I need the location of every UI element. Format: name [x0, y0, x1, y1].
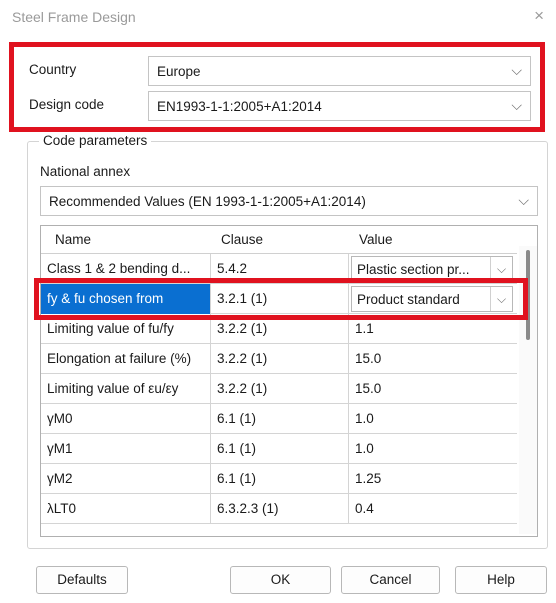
country-value: Europe	[157, 64, 201, 79]
close-icon[interactable]: ×	[534, 6, 544, 26]
cell-clause: 6.3.2.3 (1)	[217, 501, 279, 516]
cell-value: 1.0	[355, 441, 374, 456]
cell-clause: 3.2.2 (1)	[217, 351, 268, 366]
table-row[interactable]: λLT0 6.3.2.3 (1) 0.4	[41, 494, 517, 524]
cell-value: 1.1	[355, 321, 374, 336]
column-header-name[interactable]: Name	[55, 232, 91, 247]
cell-name: γM2	[47, 471, 73, 486]
table-row[interactable]: Elongation at failure (%) 3.2.2 (1) 15.0	[41, 344, 517, 374]
table-row[interactable]: γM2 6.1 (1) 1.25	[41, 464, 517, 494]
column-header-clause[interactable]: Clause	[221, 232, 263, 247]
highlight-fy-fu-row	[34, 278, 528, 320]
cell-name: λLT0	[47, 501, 77, 516]
cell-clause: 6.1 (1)	[217, 441, 257, 456]
cell-name: Limiting value of εu/εy	[47, 381, 179, 396]
cancel-button[interactable]: Cancel	[341, 566, 440, 594]
cell-name: γM0	[47, 411, 73, 426]
cell-value: 15.0	[355, 381, 382, 396]
country-label: Country	[29, 62, 77, 77]
chevron-down-icon: ⌵	[518, 192, 529, 208]
table-row[interactable]: γM1 6.1 (1) 1.0	[41, 434, 517, 464]
country-dropdown[interactable]: Europe ⌵	[148, 56, 531, 86]
design-code-dropdown[interactable]: EN1993-1-1:2005+A1:2014 ⌵	[148, 91, 531, 121]
cell-name: Class 1 & 2 bending d...	[47, 261, 191, 276]
cell-value: Plastic section pr...	[357, 262, 470, 277]
table-header: Name Clause Value	[41, 226, 517, 254]
cell-clause: 6.1 (1)	[217, 411, 257, 426]
table-row[interactable]: γM0 6.1 (1) 1.0	[41, 404, 517, 434]
table-row[interactable]: Limiting value of εu/εy 3.2.2 (1) 15.0	[41, 374, 517, 404]
defaults-button[interactable]: Defaults	[36, 566, 128, 594]
code-parameters-table: Name Clause Value Class 1 & 2 bending d.…	[40, 225, 538, 537]
chevron-down-icon: ⌵	[511, 97, 522, 113]
national-annex-dropdown[interactable]: Recommended Values (EN 1993-1-1:2005+A1:…	[40, 186, 538, 216]
cell-value: 15.0	[355, 351, 382, 366]
cell-clause: 3.2.2 (1)	[217, 321, 268, 336]
cell-clause: 6.1 (1)	[217, 471, 257, 486]
help-button[interactable]: Help	[455, 566, 547, 594]
cell-name: Limiting value of fu/fy	[47, 321, 174, 336]
cell-value: 1.0	[355, 411, 374, 426]
cell-value: 0.4	[355, 501, 374, 516]
cell-value: 1.25	[355, 471, 382, 486]
cell-name: Elongation at failure (%)	[47, 351, 192, 366]
chevron-down-icon: ⌵	[511, 62, 522, 78]
cell-name: γM1	[47, 441, 73, 456]
national-annex-value: Recommended Values (EN 1993-1-1:2005+A1:…	[49, 194, 366, 209]
code-parameters-title: Code parameters	[39, 133, 152, 148]
cell-clause: 5.4.2	[217, 261, 248, 276]
title-bar: Steel Frame Design ×	[0, 0, 556, 36]
cell-clause: 3.2.2 (1)	[217, 381, 268, 396]
national-annex-label: National annex	[40, 164, 131, 179]
design-code-value: EN1993-1-1:2005+A1:2014	[157, 99, 322, 114]
design-code-label: Design code	[29, 97, 105, 112]
column-header-value[interactable]: Value	[359, 232, 393, 247]
window-title: Steel Frame Design	[12, 9, 136, 25]
ok-button[interactable]: OK	[230, 566, 331, 594]
